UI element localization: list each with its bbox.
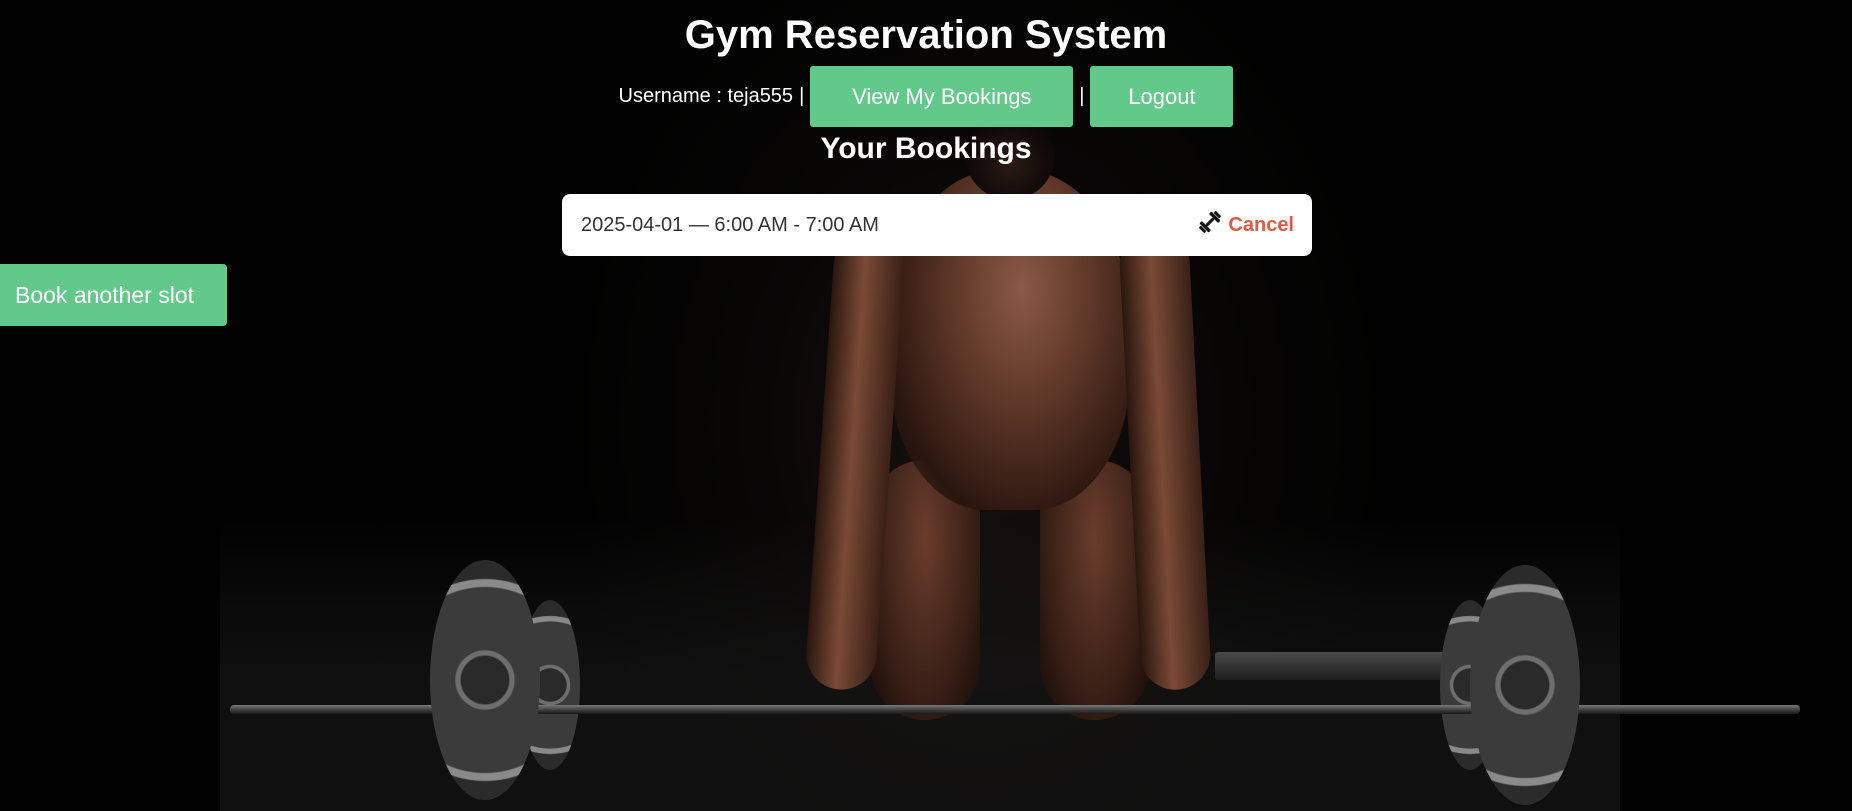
gym-bench: [1215, 652, 1475, 680]
page: Gym Reservation System Username : teja55…: [0, 0, 1852, 811]
logout-button[interactable]: Logout: [1090, 66, 1234, 127]
booking-item: 2025-04-01 — 6:00 AM - 7:00 AM Cancel: [562, 194, 1312, 256]
weight-plate-right: [1470, 565, 1580, 805]
user-bar: Username : teja555 | View My Bookings | …: [0, 66, 1852, 127]
dumbbell-icon: [1196, 208, 1224, 242]
view-my-bookings-button[interactable]: View My Bookings: [810, 66, 1074, 127]
booking-slot-text: 2025-04-01 — 6:00 AM - 7:00 AM: [581, 213, 879, 236]
username-label: Username : teja555: [618, 85, 794, 107]
page-title: Gym Reservation System: [684, 13, 1168, 57]
separator: |: [799, 85, 805, 107]
cancel-label: Cancel: [1228, 213, 1294, 236]
cancel-booking-button[interactable]: Cancel: [1196, 208, 1294, 242]
weight-plate-left: [430, 560, 540, 800]
book-another-slot-button[interactable]: Book another slot: [0, 264, 227, 326]
separator: |: [1079, 85, 1085, 107]
header: Gym Reservation System: [0, 0, 1852, 58]
bookings-heading: Your Bookings: [820, 132, 1032, 165]
